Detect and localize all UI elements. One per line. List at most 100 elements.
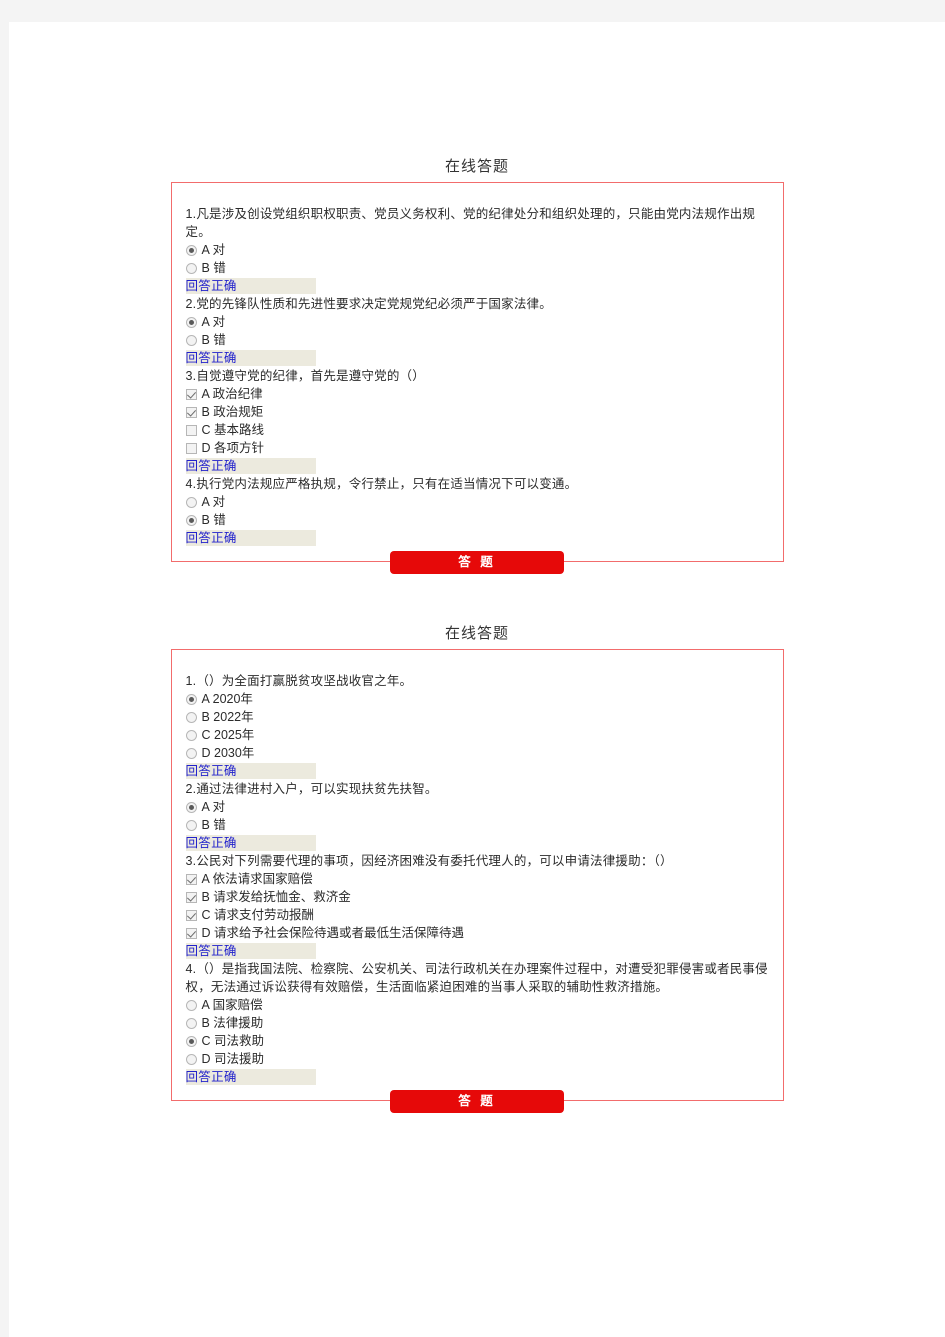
option-label: B 法律援助 [201,1016,264,1030]
radio-button-icon[interactable] [185,694,197,705]
option-row[interactable]: A 依法请求国家赔偿 [185,871,769,888]
question-text: 2.党的先锋队性质和先进性要求决定党规党纪必须严于国家法律。 [185,297,552,311]
submit-button-container: 答 题 [9,1090,945,1113]
submit-answer-button[interactable]: 答 题 [390,551,564,574]
option-list: A 2020年 B 2022年 C 2025年 D 2030年 [185,691,769,762]
answer-result-badge: 回答正确 [185,1069,316,1085]
option-label: D 2030年 [201,746,255,760]
option-row[interactable]: A 对 [185,799,769,816]
option-row[interactable]: A 对 [185,314,769,331]
quiz-title: 在线答题 [444,625,509,642]
submit-button-container: 答 题 [9,551,945,574]
checkbox-icon[interactable] [185,443,197,454]
option-label: A 对 [201,495,226,509]
option-list: A 对 B 错 [185,242,769,277]
radio-button-icon[interactable] [185,730,197,741]
question-text: 4.执行党内法规应严格执规，令行禁止，只有在适当情况下可以变通。 [185,477,578,491]
option-row[interactable]: B 法律援助 [185,1015,769,1032]
quiz-block: 在线答题 1.（）为全面打赢脱贫攻坚战收官之年。 A 2020年 B 2022年 C 2… [9,622,945,1113]
question: 4.（）是指我国法院、检察院、公安机关、司法行政机关在办理案件过程中，对遭受犯罪… [185,960,769,1085]
question: 2.党的先锋队性质和先进性要求决定党规党纪必须严于国家法律。 A 对 B 错回答正确 [185,295,769,366]
quiz-panel: 1.凡是涉及创设党组织职权职责、党员义务权利、党的纪律处分和组织处理的，只能由党… [170,182,784,562]
radio-button-icon[interactable] [185,263,197,274]
option-row[interactable]: A 国家赔偿 [185,997,769,1014]
checkbox-icon[interactable] [185,874,197,885]
radio-button-icon[interactable] [185,317,197,328]
option-row[interactable]: B 错 [185,332,769,349]
radio-button-icon[interactable] [185,748,197,759]
option-label: A 国家赔偿 [201,998,263,1012]
question: 4.执行党内法规应严格执规，令行禁止，只有在适当情况下可以变通。 A 对 B 错回答… [185,475,769,546]
option-row[interactable]: B 请求发给抚恤金、救济金 [185,889,769,906]
option-row[interactable]: D 2030年 [185,745,769,762]
option-row[interactable]: B 2022年 [185,709,769,726]
option-list: A 对 B 错 [185,314,769,349]
option-row[interactable]: D 司法援助 [185,1051,769,1068]
checkbox-icon[interactable] [185,892,197,903]
radio-button-icon[interactable] [185,515,197,526]
checkbox-icon[interactable] [185,407,197,418]
option-label: A 依法请求国家赔偿 [201,872,313,886]
radio-button-icon[interactable] [185,497,197,508]
option-label: B 错 [201,261,226,275]
radio-button-icon[interactable] [185,335,197,346]
option-label: B 2022年 [201,710,254,724]
answer-result-badge: 回答正确 [185,763,316,779]
radio-button-icon[interactable] [185,1000,197,1011]
answer-result-badge: 回答正确 [185,278,316,294]
question-text: 4.（）是指我国法院、检察院、公安机关、司法行政机关在办理案件过程中，对遭受犯罪… [185,962,768,994]
option-label: C 2025年 [201,728,255,742]
option-label: B 政治规矩 [201,405,264,419]
option-row[interactable]: A 2020年 [185,691,769,708]
question-text: 3.公民对下列需要代理的事项，因经济困难没有委托代理人的，可以申请法律援助：（） [185,854,673,868]
option-label: C 基本路线 [201,423,265,437]
option-row[interactable]: D 请求给予社会保险待遇或者最低生活保障待遇 [185,925,769,942]
answer-result-badge: 回答正确 [185,350,316,366]
answer-result-badge: 回答正确 [185,835,316,851]
option-row[interactable]: D 各项方针 [185,440,769,457]
checkbox-icon[interactable] [185,910,197,921]
radio-button-icon[interactable] [185,802,197,813]
question-text: 1.（）为全面打赢脱贫攻坚战收官之年。 [185,674,413,688]
option-label: B 请求发给抚恤金、救济金 [201,890,351,904]
option-row[interactable]: B 错 [185,260,769,277]
checkbox-icon[interactable] [185,389,197,400]
radio-button-icon[interactable] [185,1036,197,1047]
radio-button-icon[interactable] [185,712,197,723]
option-label: D 请求给予社会保险待遇或者最低生活保障待遇 [201,926,465,940]
option-row[interactable]: B 政治规矩 [185,404,769,421]
option-label: A 对 [201,243,226,257]
quiz-title: 在线答题 [444,158,509,175]
question: 1.（）为全面打赢脱贫攻坚战收官之年。 A 2020年 B 2022年 C 2025年… [185,672,769,779]
page-sheet: 在线答题 1.凡是涉及创设党组织职权职责、党员义务权利、党的纪律处分和组织处理的，… [9,22,945,1337]
radio-button-icon[interactable] [185,245,197,256]
option-label: D 各项方针 [201,441,265,455]
checkbox-icon[interactable] [185,928,197,939]
option-list: A 对 B 错 [185,494,769,529]
question: 3.自觉遵守党的纪律，首先是遵守党的（） A 政治纪律 B 政治规矩 C 基本路线 D … [185,367,769,474]
option-label: D 司法援助 [201,1052,265,1066]
option-row[interactable]: C 基本路线 [185,422,769,439]
question-text: 3.自觉遵守党的纪律，首先是遵守党的（） [185,369,425,383]
option-row[interactable]: C 司法救助 [185,1033,769,1050]
option-list: A 国家赔偿 B 法律援助 C 司法救助 D 司法援助 [185,997,769,1068]
option-list: A 对 B 错 [185,799,769,834]
question: 1.凡是涉及创设党组织职权职责、党员义务权利、党的纪律处分和组织处理的，只能由党… [185,205,769,294]
quiz-panel: 1.（）为全面打赢脱贫攻坚战收官之年。 A 2020年 B 2022年 C 2025年… [170,649,784,1101]
option-label: C 请求支付劳动报酬 [201,908,315,922]
option-row[interactable]: C 2025年 [185,727,769,744]
option-row[interactable]: C 请求支付劳动报酬 [185,907,769,924]
option-row[interactable]: A 对 [185,494,769,511]
option-row[interactable]: B 错 [185,512,769,529]
submit-answer-button[interactable]: 答 题 [390,1090,564,1113]
checkbox-icon[interactable] [185,425,197,436]
option-row[interactable]: B 错 [185,817,769,834]
option-row[interactable]: A 政治纪律 [185,386,769,403]
option-label: A 对 [201,315,226,329]
option-row[interactable]: A 对 [185,242,769,259]
question: 3.公民对下列需要代理的事项，因经济困难没有委托代理人的，可以申请法律援助：（）… [185,852,769,959]
question: 2.通过法律进村入户，可以实现扶贫先扶智。 A 对 B 错回答正确 [185,780,769,851]
radio-button-icon[interactable] [185,1054,197,1065]
radio-button-icon[interactable] [185,820,197,831]
radio-button-icon[interactable] [185,1018,197,1029]
